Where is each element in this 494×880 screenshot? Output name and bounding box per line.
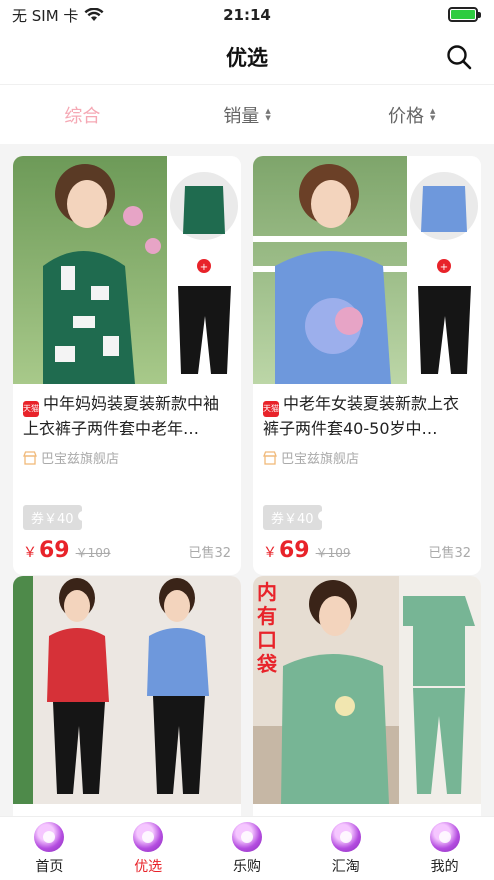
filter-price[interactable]: 价格 ▲ ▼: [329, 102, 494, 128]
profile-icon: [429, 821, 460, 852]
product-grid: + 天猫 中年妈妈装夏装新款中袖上衣裤子两件套中老年… 巴宝兹旗舰店 券￥40 ￥…: [0, 156, 494, 816]
filter-comprehensive[interactable]: 综合: [0, 102, 165, 128]
sold-count: 已售32: [428, 546, 471, 561]
tab-shopping[interactable]: 乐购: [198, 817, 297, 880]
product-image[interactable]: [13, 576, 241, 804]
svg-text:+: +: [200, 262, 208, 273]
tab-deals[interactable]: 汇淘: [296, 817, 395, 880]
price: 69: [279, 538, 310, 563]
shop-label: 巴宝兹旗舰店: [41, 452, 120, 467]
shop-label: 巴宝兹旗舰店: [281, 452, 360, 467]
coupon-badge: 券￥40: [263, 505, 328, 530]
shop-name[interactable]: 巴宝兹旗舰店: [253, 440, 481, 467]
original-price: ￥109: [75, 546, 111, 560]
product-title[interactable]: 天猫 中老年女装夏装新款上衣裤子两件套40-50岁中…: [253, 384, 481, 440]
tab-home[interactable]: 首页: [0, 817, 99, 880]
product-card[interactable]: + 天猫 中年妈妈装夏装新款中袖上衣裤子两件套中老年… 巴宝兹旗舰店 券￥40 ￥…: [13, 156, 241, 575]
search-icon[interactable]: [444, 42, 474, 72]
shopping-icon: [231, 821, 262, 852]
price: 69: [39, 538, 70, 563]
tab-label: 乐购: [232, 858, 261, 875]
sort-arrows-icon: ▲ ▼: [429, 106, 436, 122]
tab-selected[interactable]: 优选: [99, 817, 198, 880]
sort-arrows-icon: ▲ ▼: [265, 106, 271, 122]
deals-icon: [330, 821, 361, 852]
product-card[interactable]: [13, 576, 241, 816]
product-title-text: 中年妈妈装夏装新款中袖上衣裤子两件套中老年…: [23, 394, 220, 438]
wifi-icon: [84, 8, 104, 21]
tab-label: 首页: [35, 858, 64, 875]
tab-bar: 首页 优选 乐购 汇淘 我的: [0, 816, 494, 880]
sold-count: 已售32: [188, 546, 231, 561]
tab-label: 我的: [430, 858, 459, 875]
product-image[interactable]: +: [253, 156, 481, 384]
filter-label: 销量: [223, 105, 260, 127]
tab-label: 优选: [134, 858, 163, 875]
carrier-label: 无 SIM 卡: [12, 6, 79, 25]
overlay-label: 内有口袋: [257, 580, 277, 676]
home-icon: [34, 821, 65, 852]
product-photo: [13, 576, 241, 804]
product-title[interactable]: 天猫 中年妈妈装夏装新款中袖上衣裤子两件套中老年…: [13, 384, 241, 440]
product-title[interactable]: [253, 804, 481, 816]
coupon-badge: 券￥40: [23, 505, 88, 530]
product-image[interactable]: +: [13, 156, 241, 384]
price-row: ￥ 69 ￥109 已售32: [13, 530, 241, 575]
currency-symbol: ￥: [23, 545, 37, 561]
product-photo: +: [13, 156, 241, 384]
currency-symbol: ￥: [263, 545, 277, 561]
product-card[interactable]: + 天猫 中老年女装夏装新款上衣裤子两件套40-50岁中… 巴宝兹旗舰店 券￥40…: [253, 156, 481, 575]
shop-icon: [263, 450, 277, 465]
tab-profile[interactable]: 我的: [395, 817, 494, 880]
nav-bar: 优选: [0, 30, 494, 84]
price-row: ￥ 69 ￥109 已售32: [253, 530, 481, 575]
product-title[interactable]: [13, 804, 241, 816]
tab-label: 汇淘: [331, 858, 360, 875]
shop-icon: [23, 450, 37, 465]
status-bar: 无 SIM 卡 21:14: [0, 0, 494, 30]
filter-label: 价格: [387, 105, 424, 127]
filter-bar: 综合 销量 ▲ ▼ 价格 ▲ ▼: [0, 84, 494, 144]
product-image[interactable]: 内有口袋: [253, 576, 481, 804]
product-photo: [253, 576, 481, 804]
product-title-text: 中老年女装夏装新款上衣裤子两件套40-50岁中…: [263, 394, 460, 438]
product-photo: +: [253, 156, 481, 384]
selected-icon: [133, 821, 164, 852]
page-title: 优选: [226, 46, 268, 70]
battery-icon: [448, 7, 481, 22]
tmall-badge-icon: 天猫: [263, 401, 279, 417]
original-price: ￥109: [315, 546, 351, 560]
filter-label: 综合: [64, 105, 101, 127]
carrier-group: 无 SIM 卡: [12, 5, 104, 26]
tmall-badge-icon: 天猫: [23, 401, 39, 417]
product-card[interactable]: 内有口袋: [253, 576, 481, 816]
shop-name[interactable]: 巴宝兹旗舰店: [13, 440, 241, 467]
svg-text:+: +: [440, 262, 448, 273]
filter-sales[interactable]: 销量 ▲ ▼: [165, 102, 330, 128]
